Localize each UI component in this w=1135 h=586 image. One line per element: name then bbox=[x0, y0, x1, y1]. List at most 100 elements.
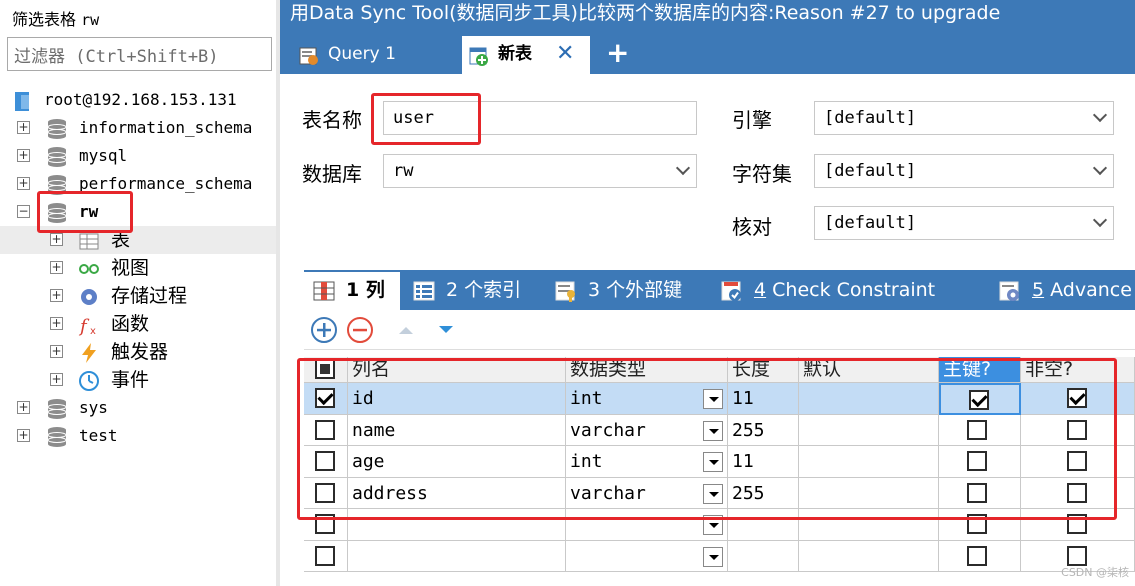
engine-select[interactable]: [default] bbox=[814, 101, 1114, 135]
subtab-advanced[interactable]: 5 Advance bbox=[990, 272, 1135, 310]
row-select-cell[interactable] bbox=[304, 540, 348, 572]
row-select-checkbox[interactable] bbox=[315, 545, 335, 566]
grid-header-cell[interactable]: 长度 bbox=[728, 357, 799, 383]
not-null-cell[interactable] bbox=[1021, 477, 1135, 509]
not-null-cell[interactable] bbox=[1021, 383, 1135, 415]
length-cell[interactable]: 11 bbox=[728, 383, 799, 415]
grid-header-cell[interactable]: 非空? bbox=[1021, 357, 1135, 383]
collation-select[interactable]: [default] bbox=[814, 206, 1114, 240]
row-select-cell[interactable] bbox=[304, 446, 348, 478]
primary-key-checkbox[interactable] bbox=[967, 514, 987, 534]
dropdown-arrow-icon[interactable] bbox=[703, 389, 723, 409]
dropdown-arrow-icon[interactable] bbox=[703, 515, 723, 535]
not-null-cell[interactable] bbox=[1021, 446, 1135, 478]
database-select[interactable]: rw bbox=[383, 154, 697, 188]
add-tab-button[interactable]: + bbox=[606, 36, 634, 74]
expand-icon[interactable]: + bbox=[17, 177, 30, 190]
filter-input[interactable]: 过滤器 (Ctrl+Shift+B) bbox=[7, 37, 272, 71]
expand-icon[interactable]: + bbox=[50, 345, 63, 358]
default-cell[interactable] bbox=[799, 509, 939, 541]
row-select-checkbox[interactable] bbox=[315, 388, 335, 408]
not-null-cell[interactable] bbox=[1021, 414, 1135, 446]
default-cell[interactable] bbox=[799, 414, 939, 446]
select-all-checkbox[interactable] bbox=[315, 359, 335, 379]
length-cell[interactable] bbox=[728, 509, 799, 541]
length-cell[interactable]: 255 bbox=[728, 477, 799, 509]
column-name-cell[interactable] bbox=[348, 540, 566, 572]
primary-key-cell[interactable] bbox=[939, 477, 1021, 509]
database-node-mysql[interactable]: + mysql bbox=[0, 142, 276, 170]
data-type-cell[interactable]: varchar bbox=[566, 477, 728, 509]
rw-child-lightning[interactable]: + 触发器 bbox=[0, 338, 276, 366]
collapse-icon[interactable]: − bbox=[17, 205, 30, 218]
default-cell[interactable] bbox=[799, 383, 939, 415]
table-name-input[interactable]: user bbox=[383, 101, 697, 135]
rw-child-view[interactable]: + 视图 bbox=[0, 254, 276, 282]
grid-header-cell[interactable]: 数据类型 bbox=[566, 357, 728, 383]
dropdown-arrow-icon[interactable] bbox=[703, 452, 723, 472]
remove-column-icon[interactable] bbox=[346, 316, 374, 344]
tab-new-table[interactable]: 新表 ✕ bbox=[462, 36, 590, 74]
primary-key-checkbox[interactable] bbox=[967, 545, 987, 566]
subtab-check-constraint[interactable]: 4 Check Constraint bbox=[712, 272, 980, 310]
subtab-columns[interactable]: 1 列 bbox=[304, 272, 400, 310]
expand-icon[interactable]: + bbox=[17, 121, 30, 134]
grid-header-cell[interactable]: 默认 bbox=[799, 357, 939, 383]
primary-key-cell[interactable] bbox=[939, 446, 1021, 478]
expand-icon[interactable]: + bbox=[50, 261, 63, 274]
connection-node[interactable]: root@192.168.153.131 bbox=[0, 86, 276, 114]
length-cell[interactable]: 255 bbox=[728, 414, 799, 446]
expand-icon[interactable]: + bbox=[50, 317, 63, 330]
column-name-cell[interactable]: name bbox=[348, 414, 566, 446]
primary-key-cell[interactable] bbox=[939, 509, 1021, 541]
length-cell[interactable]: 11 bbox=[728, 446, 799, 478]
rw-child-gear[interactable]: + 存储过程 bbox=[0, 282, 276, 310]
database-node-test[interactable]: + test bbox=[0, 422, 276, 450]
dropdown-arrow-icon[interactable] bbox=[703, 483, 723, 504]
expand-icon[interactable]: + bbox=[50, 289, 63, 302]
column-name-cell[interactable]: id bbox=[348, 383, 566, 415]
add-column-icon[interactable] bbox=[310, 316, 338, 344]
table-row[interactable] bbox=[304, 540, 1135, 572]
ad-banner[interactable]: 用Data Sync Tool(数据同步工具)比较两个数据库的内容:Reason… bbox=[280, 0, 1135, 32]
charset-select[interactable]: [default] bbox=[814, 154, 1114, 188]
database-node-information_schema[interactable]: + information_schema bbox=[0, 114, 276, 142]
not-null-checkbox[interactable] bbox=[1067, 388, 1087, 408]
database-node-performance_schema[interactable]: + performance_schema bbox=[0, 170, 276, 198]
not-null-checkbox[interactable] bbox=[1067, 545, 1087, 566]
column-name-cell[interactable] bbox=[348, 509, 566, 541]
table-row[interactable]: age int 11 bbox=[304, 446, 1135, 478]
table-row[interactable]: id int 11 bbox=[304, 383, 1135, 415]
not-null-checkbox[interactable] bbox=[1067, 419, 1087, 440]
data-type-cell[interactable] bbox=[566, 540, 728, 572]
select-all-header[interactable] bbox=[304, 357, 348, 383]
row-select-checkbox[interactable] bbox=[315, 482, 335, 503]
subtab-foreign-keys[interactable]: 3 个外部键 bbox=[546, 272, 706, 310]
row-select-cell[interactable] bbox=[304, 414, 348, 446]
row-select-cell[interactable] bbox=[304, 383, 348, 415]
primary-key-cell[interactable] bbox=[939, 540, 1021, 572]
data-type-cell[interactable]: varchar bbox=[566, 414, 728, 446]
dropdown-arrow-icon[interactable] bbox=[703, 420, 723, 441]
length-cell[interactable] bbox=[728, 540, 799, 572]
default-cell[interactable] bbox=[799, 540, 939, 572]
primary-key-checkbox[interactable] bbox=[967, 419, 987, 440]
default-cell[interactable] bbox=[799, 446, 939, 478]
not-null-checkbox[interactable] bbox=[1067, 482, 1087, 503]
column-name-cell[interactable]: address bbox=[348, 477, 566, 509]
row-select-checkbox[interactable] bbox=[315, 451, 335, 471]
table-row[interactable]: address varchar 255 bbox=[304, 477, 1135, 509]
primary-key-cell[interactable] bbox=[939, 414, 1021, 446]
primary-key-checkbox[interactable] bbox=[967, 482, 987, 503]
subtab-indexes[interactable]: 2 个索引 bbox=[404, 272, 540, 310]
move-up-icon[interactable] bbox=[392, 316, 420, 344]
row-select-checkbox[interactable] bbox=[315, 419, 335, 440]
grid-header-cell[interactable]: 列名 bbox=[348, 357, 566, 383]
primary-key-checkbox[interactable] bbox=[967, 451, 987, 471]
expand-icon[interactable]: + bbox=[17, 429, 30, 442]
database-node-rw[interactable]: − rw bbox=[0, 198, 276, 226]
dropdown-arrow-icon[interactable] bbox=[703, 546, 723, 567]
expand-icon[interactable]: + bbox=[50, 373, 63, 386]
not-null-cell[interactable] bbox=[1021, 509, 1135, 541]
grid-header-cell[interactable]: 主键? bbox=[939, 357, 1021, 383]
